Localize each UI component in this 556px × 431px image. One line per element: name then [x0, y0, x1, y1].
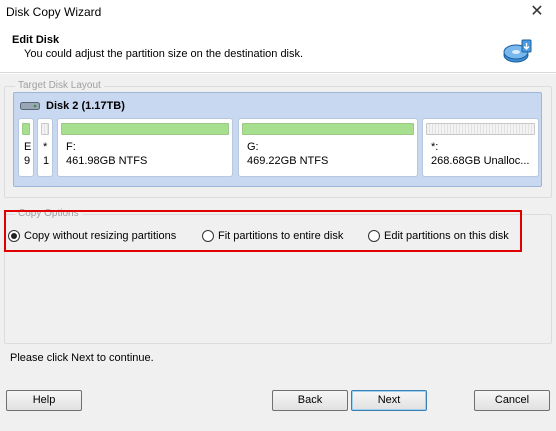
partition-info: 9	[24, 155, 31, 167]
partition-letter: F:	[66, 141, 76, 153]
radio-fit-partitions[interactable]: Fit partitions to entire disk	[202, 228, 343, 244]
partition-info: 268.68GB Unalloc...	[431, 155, 530, 167]
disk-header: Disk 2 (1.17TB)	[20, 98, 125, 114]
disk-panel: Disk 2 (1.17TB) E 9 * 1 F: 461.98GB NTFS	[13, 92, 542, 187]
radio-label: Copy without resizing partitions	[24, 230, 177, 242]
target-disk-layout-label: Target Disk Layout	[15, 80, 104, 91]
window-title: Disk Copy Wizard	[6, 5, 102, 19]
wizard-header: Edit Disk You could adjust the partition…	[0, 26, 556, 73]
partition-letter: E	[24, 141, 32, 153]
partition-star-small[interactable]: * 1	[37, 118, 53, 177]
title-bar: Disk Copy Wizard ✕	[0, 0, 556, 26]
hard-disk-icon	[20, 102, 40, 110]
page-subtitle: You could adjust the partition size on t…	[24, 48, 304, 60]
partition-info: 1	[43, 155, 50, 167]
partition-e[interactable]: E 9	[18, 118, 34, 177]
wizard-footer: Help Back Next Cancel	[0, 381, 556, 431]
radio-unselected-icon	[368, 230, 380, 242]
help-button[interactable]: Help	[6, 390, 82, 411]
partition-info: 461.98GB NTFS	[66, 155, 148, 167]
radio-copy-without-resizing[interactable]: Copy without resizing partitions	[8, 228, 176, 244]
partition-usage-bar	[426, 123, 535, 135]
back-button[interactable]: Back	[272, 390, 348, 411]
partition-usage-bar	[61, 123, 229, 135]
disk-copy-icon	[503, 39, 532, 63]
disk-name: Disk 2 (1.17TB)	[46, 100, 125, 112]
radio-label: Edit partitions on this disk	[384, 230, 509, 242]
radio-edit-partitions[interactable]: Edit partitions on this disk	[368, 228, 509, 244]
radio-label: Fit partitions to entire disk	[218, 230, 344, 242]
partition-usage-bar	[242, 123, 414, 135]
partition-g[interactable]: G: 469.22GB NTFS	[238, 118, 418, 177]
partition-usage-bar	[22, 123, 30, 135]
cancel-button[interactable]: Cancel	[474, 390, 550, 411]
partition-info: 469.22GB NTFS	[247, 155, 329, 167]
wizard-content: Target Disk Layout Disk 2 (1.17TB) E 9 *	[0, 74, 556, 381]
radio-unselected-icon	[202, 230, 214, 242]
partition-letter: G:	[247, 141, 259, 153]
partition-unallocated[interactable]: *: 268.68GB Unalloc...	[422, 118, 539, 177]
page-title: Edit Disk	[12, 34, 60, 46]
partition-usage-bar	[41, 123, 49, 135]
radio-selected-icon	[8, 230, 20, 242]
close-icon[interactable]: ✕	[524, 2, 550, 22]
partition-letter: *:	[431, 141, 439, 153]
partition-letter: *	[43, 141, 48, 153]
target-disk-layout-group: Target Disk Layout Disk 2 (1.17TB) E 9 *	[4, 80, 552, 198]
copy-options-radios: Copy without resizing partitions Fit par…	[4, 228, 544, 246]
continue-hint: Please click Next to continue.	[10, 352, 154, 364]
partition-map: E 9 * 1 F: 461.98GB NTFS G: 469.22GB NTF…	[17, 118, 540, 177]
partition-f[interactable]: F: 461.98GB NTFS	[57, 118, 233, 177]
next-button[interactable]: Next	[351, 390, 427, 411]
